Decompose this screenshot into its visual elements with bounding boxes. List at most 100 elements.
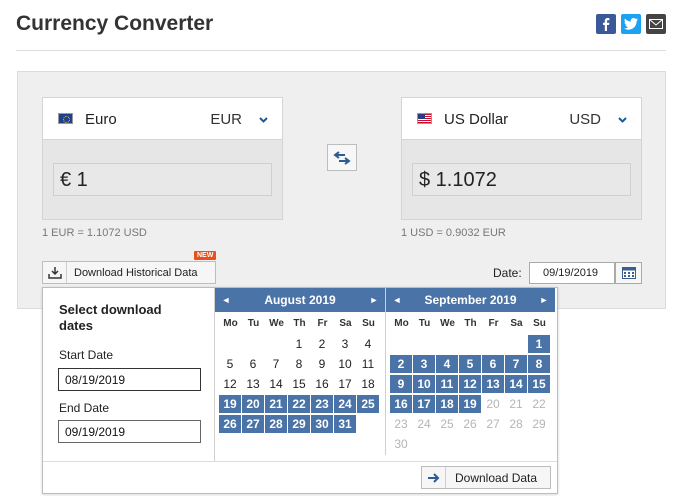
prev-month-button[interactable]: ◄ [386,295,408,305]
calendar-day[interactable]: 29 [288,415,310,433]
calendar-day[interactable]: 1 [528,335,550,353]
from-currency-code: EUR [210,111,242,128]
page-title: Currency Converter [16,12,214,35]
calendar-day[interactable]: 18 [357,375,379,393]
swap-currencies-button[interactable] [327,144,357,171]
prev-month-button[interactable]: ◄ [215,295,237,305]
calendar-day[interactable]: 22 [288,395,310,413]
calendar-day[interactable]: 15 [288,375,310,393]
calendar-day[interactable]: 17 [413,395,435,413]
from-currency-name: Euro [85,111,117,128]
download-data-label: Download Data [455,470,538,485]
calendar-day[interactable]: 6 [242,355,264,373]
calendar-day[interactable]: 23 [311,395,333,413]
swap-arrows-icon [333,150,351,165]
calendar-blank-cell [459,335,481,353]
calendar-day[interactable]: 19 [459,395,481,413]
calendar-day[interactable]: 9 [311,355,333,373]
start-date-input[interactable]: 08/19/2019 [58,368,201,391]
calendar-day[interactable]: 24 [334,395,356,413]
calendar-day[interactable]: 10 [413,375,435,393]
new-badge: NEW [194,251,217,260]
calendar-day[interactable]: 25 [357,395,379,413]
weekday-label: Su [362,318,375,329]
calendar-day[interactable]: 11 [436,375,458,393]
calendar-day: 30 [394,437,408,451]
from-amount-input[interactable]: € 1 [53,163,272,196]
download-data-button[interactable]: Download Data [421,466,551,489]
calendar-day[interactable]: 31 [334,415,356,433]
to-currency-code: USD [569,111,601,128]
from-currency-select[interactable]: Euro EUR [43,98,282,140]
calendar-day[interactable]: 30 [311,415,333,433]
calendar-day[interactable]: 20 [242,395,264,413]
us-flag-icon [417,113,432,124]
end-date-label: End Date [59,401,110,415]
email-icon[interactable] [646,14,666,34]
calendar-day[interactable]: 5 [219,355,241,373]
calendar-august: ◄ August 2019 ► Mo Tu We Th Fr Sa Su 123456789… [215,288,385,435]
calendar-day[interactable]: 6 [482,355,504,373]
weekday-label: We [269,318,284,329]
calendar-day[interactable]: 28 [265,415,287,433]
next-month-button[interactable]: ► [533,295,555,305]
calendar-day: 26 [463,417,477,431]
calendar-day[interactable]: 13 [482,375,504,393]
arrow-right-icon [422,467,446,488]
calendar-day[interactable]: 5 [459,355,481,373]
calendar-day[interactable]: 3 [413,355,435,373]
calendar-day[interactable]: 7 [265,355,287,373]
calendar-day[interactable]: 12 [459,375,481,393]
next-month-button[interactable]: ► [363,295,385,305]
calendar-day[interactable]: 2 [311,335,333,353]
facebook-icon[interactable] [596,14,616,34]
calendar-day[interactable]: 7 [505,355,527,373]
download-icon [43,262,67,283]
calendar-day: 28 [509,417,523,431]
calendar-icon [621,267,636,279]
calendar-day[interactable]: 9 [390,375,412,393]
calendar-day[interactable]: 2 [390,355,412,373]
calendar-day[interactable]: 1 [288,335,310,353]
calendar-day[interactable]: 19 [219,395,241,413]
calendar-day[interactable]: 14 [505,375,527,393]
calendar-day[interactable]: 16 [390,395,412,413]
calendar-blank-cell [436,335,458,353]
calendar-day[interactable]: 11 [357,355,379,373]
calendar-day[interactable]: 15 [528,375,550,393]
calendar-day[interactable]: 4 [436,355,458,373]
download-panel-title: Select download dates [59,302,162,333]
to-currency-name: US Dollar [444,111,509,128]
calendar-day[interactable]: 21 [265,395,287,413]
calendar-day[interactable]: 8 [288,355,310,373]
weekday-label: Fr [488,318,499,329]
calendar-day[interactable]: 3 [334,335,356,353]
calendar-blank-cell [219,335,241,353]
calendar-day[interactable]: 27 [242,415,264,433]
weekday-label: Th [293,318,306,329]
calendar-day[interactable]: 17 [334,375,356,393]
header-divider [16,50,666,51]
calendar-button[interactable] [615,262,642,284]
calendar-day[interactable]: 16 [311,375,333,393]
calendar-day[interactable]: 10 [334,355,356,373]
from-currency-box: Euro EUR € 1 [42,97,283,220]
date-input[interactable]: 09/19/2019 [529,262,615,284]
calendar-day[interactable]: 26 [219,415,241,433]
weekday-label: Sa [510,318,523,329]
end-date-input[interactable]: 09/19/2019 [58,420,201,443]
to-amount-output[interactable]: $ 1.1072 [412,163,631,196]
twitter-icon[interactable] [621,14,641,34]
calendar-day[interactable]: 18 [436,395,458,413]
to-currency-select[interactable]: US Dollar USD [402,98,641,140]
calendar-day[interactable]: 13 [242,375,264,393]
calendar-day[interactable]: 8 [528,355,550,373]
calendar-day[interactable]: 14 [265,375,287,393]
calendar-day[interactable]: 4 [357,335,379,353]
download-historical-label: Download Historical Data [74,266,198,279]
weekday-label: Tu [418,318,431,329]
calendar-day[interactable]: 12 [219,375,241,393]
download-historical-data-button[interactable]: Download Historical Data [42,261,216,284]
weekday-label: We [440,318,455,329]
weekday-label: Su [533,318,546,329]
